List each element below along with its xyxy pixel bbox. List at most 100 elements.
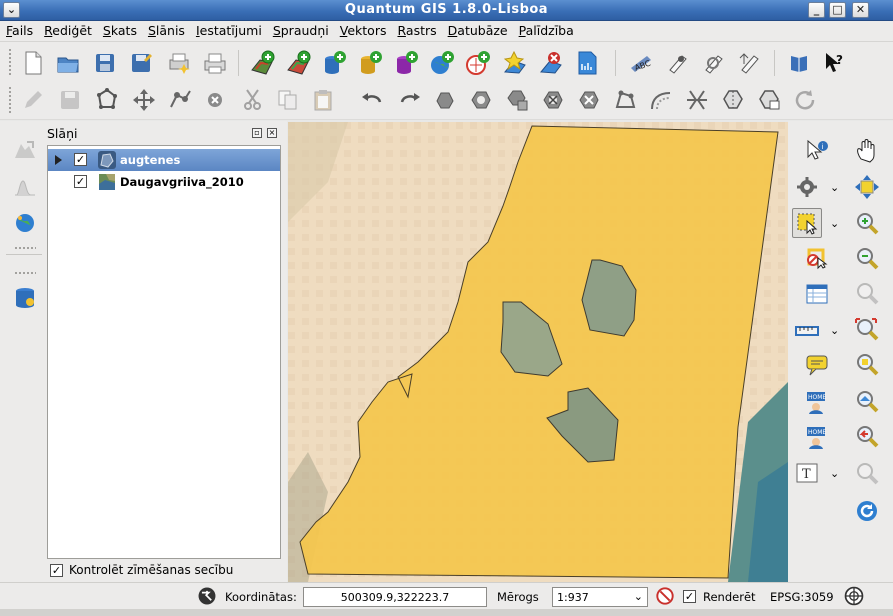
maximize-button[interactable]: □ [829,2,846,18]
add-part-icon[interactable] [504,87,530,113]
print-icon[interactable] [202,50,228,76]
capture-polygon-icon[interactable] [94,87,120,113]
layer-visibility-checkbox[interactable]: ✓ [74,175,87,188]
undo-icon[interactable] [360,87,386,113]
save-project-icon[interactable] [92,50,118,76]
layer-visibility-checkbox[interactable]: ✓ [74,153,87,166]
new-bookmark-icon[interactable]: HOME [804,389,830,415]
new-project-icon[interactable] [20,50,46,76]
show-bookmarks-icon[interactable]: HOME [804,424,830,450]
projection-globe-icon[interactable] [843,585,865,607]
add-ring-icon[interactable] [468,87,494,113]
menu-view[interactable]: Skats [97,21,142,38]
whats-this-icon[interactable]: ? [822,50,848,76]
expand-layer-arrow-icon[interactable] [55,155,62,165]
cut-features-icon[interactable] [240,87,266,113]
save-as-icon[interactable] [128,50,154,76]
remove-layer-icon[interactable] [538,50,564,76]
zoom-next-icon[interactable] [854,461,880,487]
pan-map-icon[interactable] [854,138,880,164]
add-postgis-layer-icon[interactable] [321,50,347,76]
help-contents-icon[interactable] [786,50,812,76]
add-wfs-layer-icon[interactable] [465,50,491,76]
close-panel-button[interactable]: × [267,128,277,138]
pin-labels-icon[interactable] [664,50,690,76]
menu-settings[interactable]: Iestatījumi [190,21,267,38]
zoom-actual-size-icon[interactable] [854,281,880,307]
add-wms-layer-icon[interactable] [429,50,455,76]
add-raster-layer-icon[interactable] [250,50,276,76]
move-label-icon[interactable] [736,50,762,76]
simplify-feature-icon[interactable] [432,87,458,113]
database-manager-icon[interactable] [12,285,38,311]
deselect-features-icon[interactable] [804,246,830,272]
map-tips-icon[interactable] [804,352,830,378]
menu-help[interactable]: Palīdzība [513,21,579,38]
toolbar-grip[interactable] [14,271,36,275]
merge-selected-features-icon[interactable] [720,87,746,113]
label-abc-icon[interactable]: ABC [628,50,654,76]
toggle-editing-icon[interactable] [20,87,46,113]
split-features-icon[interactable] [684,87,710,113]
menu-vector[interactable]: Vektors [334,21,392,38]
text-annotation-icon[interactable]: T [794,461,820,487]
open-attribute-table-icon[interactable] [804,281,830,307]
menu-layer[interactable]: Slānis [142,21,190,38]
scale-combobox[interactable]: 1:937 ⌄ [552,587,648,607]
chevron-down-icon[interactable]: ⌄ [830,467,839,480]
select-features-icon[interactable] [792,208,822,238]
menu-raster[interactable]: Rastrs [391,21,441,38]
add-spatialite-layer-icon[interactable] [357,50,383,76]
delete-selected-icon[interactable] [202,87,228,113]
rotate-point-symbols-icon[interactable] [792,87,818,113]
new-print-composer-icon[interactable] [166,50,192,76]
render-checkbox[interactable]: ✓ [683,590,696,603]
chevron-down-icon[interactable]: ⌄ [830,181,839,194]
chevron-down-icon[interactable]: ⌄ [830,217,839,230]
new-gpx-layer-icon[interactable] [574,50,600,76]
stop-render-icon[interactable] [655,586,675,606]
coordinates-field[interactable]: 500309.9,322223.7 [303,587,487,607]
save-edits-icon[interactable] [57,87,83,113]
crs-status[interactable]: EPSG:3059 [770,590,834,604]
node-tool-icon[interactable] [167,87,193,113]
zoom-to-layer-icon[interactable] [854,389,880,415]
reshape-features-icon[interactable] [612,87,638,113]
delete-part-icon[interactable] [576,87,602,113]
show-hide-labels-icon[interactable] [700,50,726,76]
close-window-button[interactable]: ✕ [852,2,869,18]
minimize-button[interactable]: _ [808,2,825,18]
add-mssql-layer-icon[interactable] [393,50,419,76]
toolbar-grip[interactable] [8,48,12,76]
zoom-out-icon[interactable] [854,246,880,272]
merge-attributes-icon[interactable] [756,87,782,113]
toggle-extents-icon[interactable] [196,585,218,607]
offset-curve-icon[interactable] [648,87,674,113]
zoom-in-icon[interactable] [854,211,880,237]
menu-edit[interactable]: Rediģēt [38,21,97,38]
raster-align-icon[interactable] [12,138,38,164]
layer-row-daugavgriiva[interactable]: ✓ Daugavgriiva_2010 [48,171,280,193]
delete-ring-icon[interactable] [540,87,566,113]
layer-row-augtenes[interactable]: ✓ augtenes [48,149,280,171]
zoom-full-icon[interactable] [854,317,880,343]
globe-openlayers-icon[interactable] [12,210,38,236]
add-vector-layer-icon[interactable] [286,50,312,76]
toolbar-grip[interactable] [14,246,36,250]
chevron-down-icon[interactable]: ⌄ [634,590,643,603]
menu-plugins[interactable]: Spraudņi [267,21,334,38]
control-rendering-order-checkbox[interactable]: ✓ [50,564,63,577]
pan-to-selection-icon[interactable] [854,174,880,200]
measure-line-icon[interactable] [794,317,820,343]
move-feature-icon[interactable] [131,87,157,113]
identify-features-icon[interactable]: i [804,138,830,164]
open-project-icon[interactable] [55,50,81,76]
new-shapefile-layer-icon[interactable] [502,50,528,76]
menu-file[interactable]: Fails [0,21,38,38]
run-feature-action-icon[interactable] [794,174,820,200]
toolbar-grip[interactable] [8,86,12,114]
refresh-icon[interactable] [854,498,880,524]
zoom-last-icon[interactable] [854,424,880,450]
undock-panel-button[interactable]: ▫ [252,128,262,138]
chevron-down-icon[interactable]: ⌄ [830,324,839,337]
